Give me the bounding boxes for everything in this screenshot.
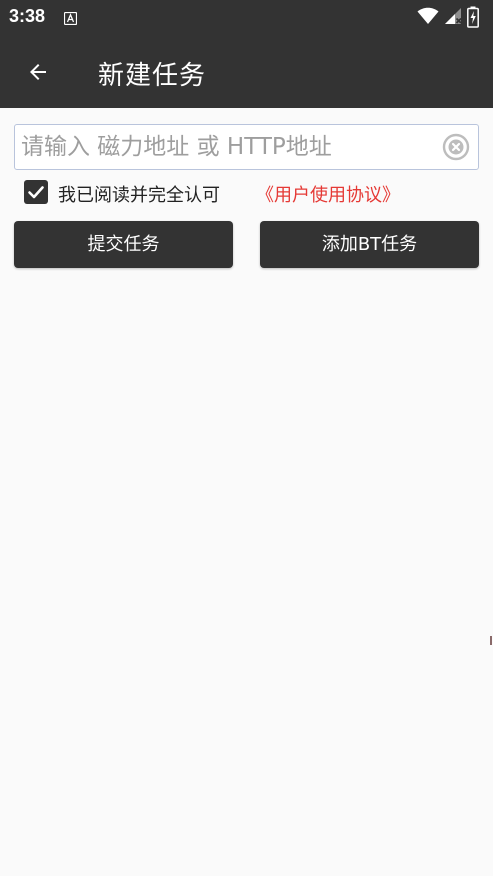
url-field <box>14 124 479 170</box>
clear-circle-icon <box>442 133 470 161</box>
agreement-checkbox[interactable] <box>24 180 48 204</box>
app-bar: 新建任务 <box>0 36 493 108</box>
add-bt-task-button[interactable]: 添加BT任务 <box>260 221 479 268</box>
submit-task-button[interactable]: 提交任务 <box>14 221 233 268</box>
new-task-screen: 3:38 新建任务 请输入 磁力地址 或 HTTP地址 我已阅读并完全认可 《用… <box>0 0 493 876</box>
status-time: 3:38 <box>9 6 46 26</box>
back-button[interactable] <box>14 48 62 96</box>
status-bar: 3:38 <box>0 0 493 36</box>
agreement-text: 我已阅读并完全认可 <box>58 185 220 206</box>
url-input[interactable] <box>21 125 439 168</box>
check-icon <box>28 186 44 199</box>
user-agreement-link[interactable]: 《用户使用协议》 <box>256 181 400 207</box>
edge-mark <box>490 636 492 645</box>
wifi-icon <box>417 7 439 24</box>
arrow-back-icon <box>30 64 46 80</box>
clear-button[interactable] <box>442 133 470 161</box>
signal-icon <box>445 8 462 24</box>
page-title: 新建任务 <box>98 61 207 91</box>
font-icon <box>63 10 78 26</box>
battery-charging-icon <box>467 6 479 28</box>
